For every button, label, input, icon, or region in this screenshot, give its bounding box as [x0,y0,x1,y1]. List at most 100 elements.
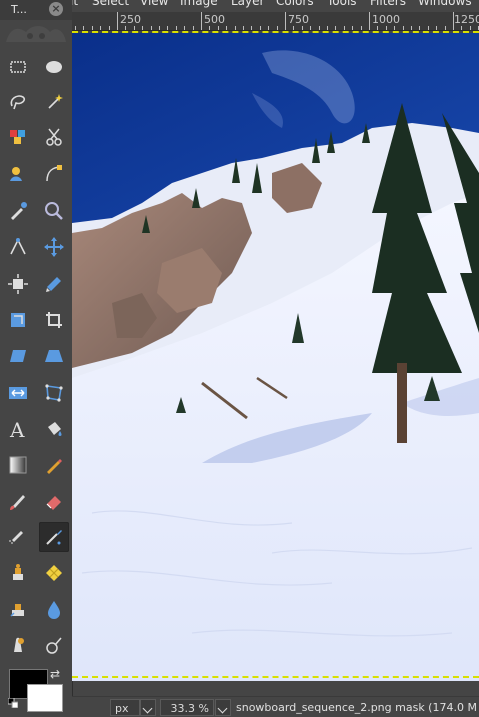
dodge-burn-tool-icon[interactable] [39,630,69,660]
menu-tools[interactable]: Tools [327,0,357,8]
chevron-down-icon[interactable] [140,699,156,716]
eraser-tool-icon[interactable] [39,486,69,516]
gradient-tool-icon[interactable] [3,450,33,480]
ruler-tick [117,12,118,30]
ruler-tick [133,26,135,30]
perspective-tool-icon[interactable] [39,341,69,371]
swap-colors-icon[interactable]: ⇄ [50,667,60,681]
toolbox-panel: T... × A ⇄ [0,0,73,716]
ruler-tick [453,12,454,30]
blur-tool-icon[interactable] [39,594,69,624]
menu-layer[interactable]: Layer [231,0,264,8]
menu-edit[interactable]: it [72,0,78,8]
ruler-tick [175,26,177,30]
menu-view[interactable]: View [140,0,168,8]
ruler-tick [159,26,160,30]
ruler-tick [167,26,169,30]
ruler-tick [301,26,303,30]
paintbrush-tool-icon[interactable] [3,486,33,516]
ruler-tick [318,26,320,30]
snowboard-photo [72,33,479,681]
text-tool-icon[interactable]: A [3,414,33,444]
perspective-clone-tool-icon[interactable] [3,594,33,624]
ruler-tick [411,26,412,30]
ruler-tick [268,26,270,30]
select-by-color-tool-icon[interactable] [3,122,33,152]
scissors-select-tool-icon[interactable] [39,122,69,152]
ruler-label: 1250 [454,13,479,26]
ruler-tick [385,26,387,30]
background-color-swatch[interactable] [27,684,63,712]
ruler-tick [335,26,337,30]
svg-text:A: A [9,418,25,440]
transform-tool-icon[interactable] [39,269,69,299]
rect-select-tool-icon[interactable] [3,52,33,82]
ruler-tick [150,26,152,30]
ruler-tick [469,26,471,30]
ruler-tick [108,26,110,30]
ruler-tick [91,26,93,30]
menu-select[interactable]: Select [92,0,129,8]
ruler-tick [226,26,228,30]
foreground-select-tool-icon[interactable] [3,159,33,189]
close-icon[interactable]: × [49,2,63,16]
ruler-tick [217,26,219,30]
fuzzy-select-tool-icon[interactable] [39,87,69,117]
menu-windows[interactable]: Windows [418,0,472,8]
zoom-select[interactable]: 33.3 % [160,699,214,716]
paths-tool-icon[interactable] [39,159,69,189]
ruler-tick [83,26,85,30]
ruler-tick [436,26,438,30]
menu-image[interactable]: Image [180,0,218,8]
crop-tool-icon[interactable] [39,305,69,335]
ruler-tick [243,26,244,30]
ruler-tick [125,26,127,30]
ruler-label: 750 [288,13,309,26]
ruler-tick [276,26,278,30]
ruler-tick [201,12,202,30]
wilber-drop-area-icon[interactable] [4,22,68,44]
move-tool-icon[interactable] [39,232,69,262]
image-canvas[interactable] [72,31,479,681]
ruler-tick [402,26,404,30]
rotate-tool-icon[interactable] [3,305,33,335]
menubar: it Select View Image Layer Colors Tools … [72,0,479,12]
ruler-tick [209,26,211,30]
align-tool-icon[interactable] [3,269,33,299]
free-select-tool-icon[interactable] [3,87,33,117]
status-message: snowboard_sequence_2.png mask (174.0 M [236,701,477,714]
unit-select[interactable]: px [110,699,140,716]
ruler-tick [427,26,429,30]
flip-tool-icon[interactable] [3,378,33,408]
ruler-tick [100,26,102,30]
ruler-tick [234,26,236,30]
ruler-tick [360,26,362,30]
ruler-tick [444,26,446,30]
measure-tool-icon[interactable] [3,232,33,262]
heal-tool-icon[interactable] [39,558,69,588]
ruler-tick [461,26,463,30]
ruler-tick [293,26,295,30]
bucket-fill-tool-icon[interactable] [39,414,69,444]
ink-tool-icon[interactable] [39,522,69,552]
ruler-tick [251,26,253,30]
ruler-tick [259,26,261,30]
shear-tool-icon[interactable] [3,341,33,371]
ruler-tick [377,26,379,30]
ruler-label: 500 [204,13,225,26]
zoom-tool-icon[interactable] [39,196,69,226]
horizontal-ruler[interactable]: 250 500 750 1000 1250 [72,12,479,31]
color-picker-tool-icon[interactable] [3,196,33,226]
clone-tool-icon[interactable] [3,558,33,588]
menu-filters[interactable]: Filters [370,0,406,8]
smudge-tool-icon[interactable] [3,630,33,660]
cage-transform-tool-icon[interactable] [39,378,69,408]
pencil-tool-icon[interactable] [39,450,69,480]
ruler-tick [343,26,345,30]
ruler-tick [419,26,421,30]
menu-colors[interactable]: Colors [276,0,314,8]
chevron-down-icon[interactable] [215,699,231,716]
airbrush-tool-icon[interactable] [3,522,33,552]
ellipse-select-tool-icon[interactable] [39,52,69,82]
reset-colors-icon[interactable] [8,698,18,708]
